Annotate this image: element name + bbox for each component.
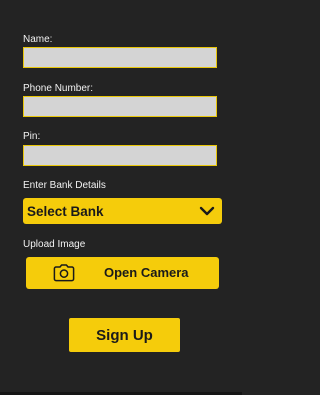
pin-field[interactable] [23,145,217,166]
name-field[interactable] [23,47,217,68]
open-camera-button[interactable]: Open Camera [26,257,219,289]
bank-select[interactable]: Select Bank [23,198,222,224]
signup-screen: Name: Phone Number: Pin: Enter Bank Deta… [0,0,242,395]
chevron-down-icon [198,204,216,218]
bank-select-value: Select Bank [27,203,104,219]
pin-label: Pin: [23,131,41,142]
upload-image-label: Upload Image [23,239,86,250]
open-camera-label: Open Camera [104,265,189,280]
camera-icon [53,264,75,282]
name-label: Name: [23,34,53,45]
phone-number-field[interactable] [23,96,217,117]
bank-details-label: Enter Bank Details [23,180,106,191]
phone-number-label: Phone Number: [23,83,94,94]
sign-up-button[interactable]: Sign Up [69,318,180,352]
